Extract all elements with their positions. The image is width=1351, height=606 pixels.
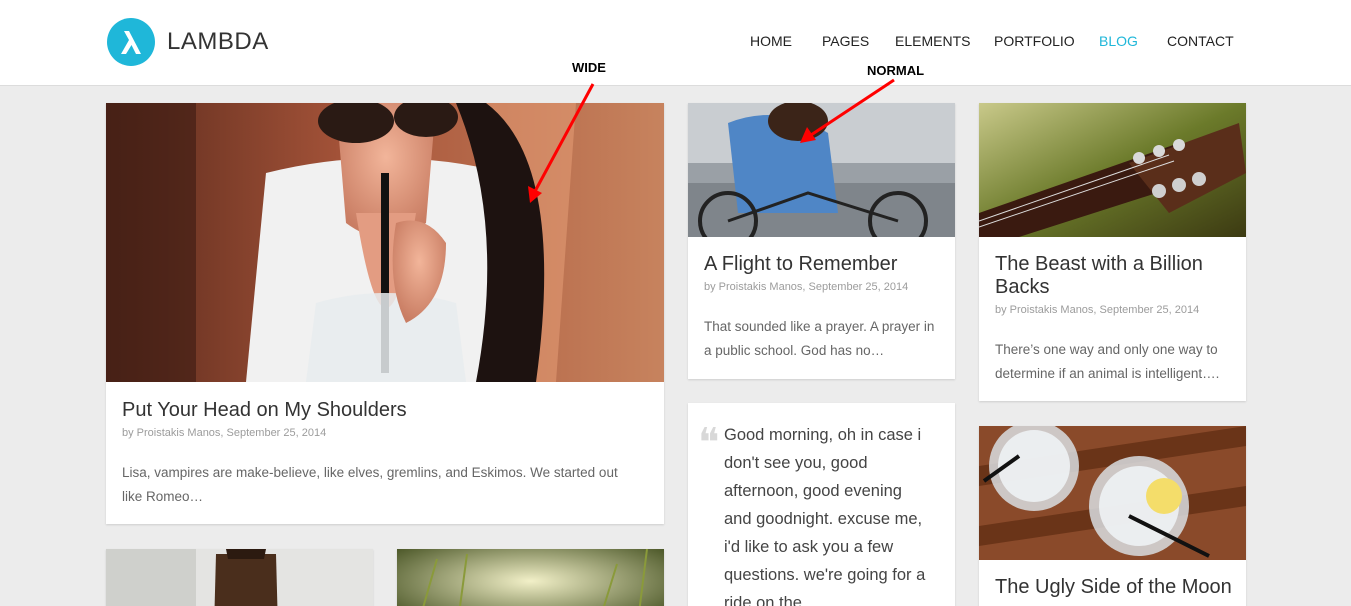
lambda-logo-icon[interactable]: [107, 18, 155, 66]
post-card-normal[interactable]: The Ugly Side of the Moon: [979, 426, 1246, 606]
post-title[interactable]: A Flight to Remember: [704, 253, 941, 276]
nav-home[interactable]: HOME: [750, 33, 792, 49]
post-card-normal[interactable]: The Beast with a Billion Backs by Proist…: [979, 103, 1246, 401]
post-image-boots[interactable]: [106, 549, 373, 606]
annotation-wide: WIDE: [572, 60, 606, 75]
quote-icon: ❝: [698, 420, 720, 466]
post-image-grass[interactable]: [397, 549, 664, 606]
post-meta: by Proistakis Manos, September 25, 2014: [995, 304, 1200, 316]
post-title[interactable]: The Beast with a Billion Backs: [995, 253, 1232, 299]
post-title[interactable]: The Ugly Side of the Moon: [995, 576, 1232, 599]
nav-elements[interactable]: ELEMENTS: [895, 33, 970, 49]
post-card-normal[interactable]: [106, 549, 373, 606]
nav-pages[interactable]: PAGES: [822, 33, 869, 49]
annotation-normal: NORMAL: [867, 63, 925, 78]
post-title[interactable]: Put Your Head on My Shoulders: [122, 399, 650, 422]
post-excerpt: Lisa, vampires are make-believe, like el…: [122, 465, 618, 504]
post-card-normal[interactable]: A Flight to Remember by Proistakis Manos…: [688, 103, 955, 379]
post-meta: by Proistakis Manos, September 25, 2014: [122, 427, 327, 439]
quote-card[interactable]: ❝ Good morning, oh in case i don't see y…: [688, 403, 955, 606]
post-card-normal[interactable]: [397, 549, 664, 606]
site-header: LAMBDA HOME PAGES ELEMENTS PORTFOLIO BLO…: [0, 0, 1351, 86]
post-image-guitar[interactable]: [979, 103, 1246, 237]
nav-portfolio[interactable]: PORTFOLIO: [994, 33, 1075, 49]
post-excerpt: There’s one way and only one way to dete…: [995, 342, 1220, 381]
post-image-cyclist[interactable]: [688, 103, 955, 237]
quote-text: Good morning, oh in case i don't see you…: [724, 426, 926, 606]
post-excerpt: That sounded like a prayer. A prayer in …: [704, 319, 935, 358]
post-meta: by Proistakis Manos, September 25, 2014: [704, 281, 909, 293]
nav-contact[interactable]: CONTACT: [1167, 33, 1234, 49]
nav-blog[interactable]: BLOG: [1099, 33, 1138, 49]
brand-name[interactable]: LAMBDA: [167, 28, 269, 56]
post-image-drinking-girl[interactable]: [106, 103, 664, 382]
post-card-wide[interactable]: Put Your Head on My Shoulders by Proista…: [106, 103, 664, 524]
post-image-drinks[interactable]: [979, 426, 1246, 560]
